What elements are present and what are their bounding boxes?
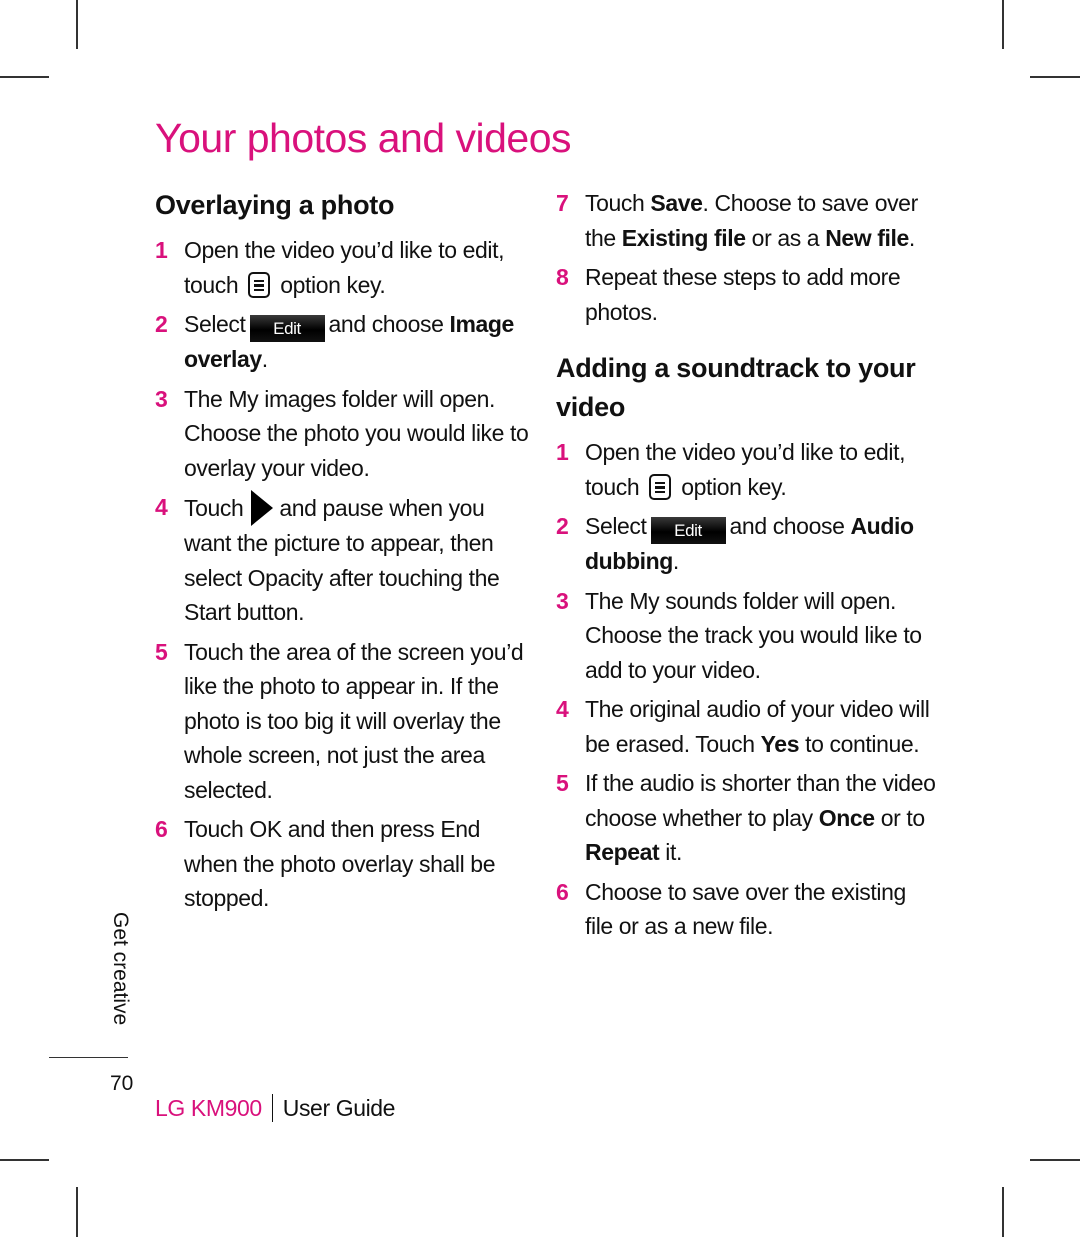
step-item: 5 If the audio is shorter than the video… [556, 766, 936, 870]
footer-guide: User Guide [282, 1095, 396, 1121]
crop-mark [1002, 1187, 1004, 1237]
overlaying-steps: 1 Open the video you’d like to edit, tou… [155, 233, 535, 916]
crop-mark [1030, 76, 1080, 78]
side-divider [49, 1057, 128, 1058]
step-number: 7 [556, 190, 569, 216]
footer-separator [271, 1094, 273, 1122]
step-number: 1 [556, 439, 569, 465]
soundtrack-steps: 1 Open the video you’d like to edit, tou… [556, 435, 936, 944]
step-item: 2 Select Edit and choose Image overlay. [155, 307, 535, 377]
section-heading: Overlaying a photo [155, 190, 395, 220]
step-number: 2 [556, 513, 569, 539]
step-item: 1 Open the video you’d like to edit, tou… [155, 233, 535, 302]
step-number: 6 [155, 816, 168, 842]
step-item: 5 Touch the area of the screen you’d lik… [155, 635, 535, 808]
crop-mark [0, 1159, 49, 1161]
footer-model: LG KM900 [155, 1095, 262, 1121]
step-number: 2 [155, 311, 168, 337]
step-number: 4 [155, 494, 168, 520]
step-item: 6 Choose to save over the existing file … [556, 875, 936, 944]
page-number: 70 [110, 1072, 134, 1095]
right-column: 7 Touch Save. Choose to save over the Ex… [556, 186, 936, 949]
step-item: 4 Touch and pause when you want the pictu… [155, 490, 535, 630]
step-number: 3 [155, 385, 168, 412]
crop-mark [0, 76, 49, 78]
edit-button-icon: Edit [249, 315, 325, 342]
footer: LG KM900 User Guide [155, 1094, 395, 1122]
section-heading: Adding a soundtrack to your video [556, 353, 916, 422]
crop-mark [76, 0, 78, 49]
step-number: 6 [556, 878, 569, 905]
page-title: Your photos and videos [155, 115, 572, 161]
step-item: 3 The My sounds folder will open. Choose… [556, 584, 936, 688]
step-item: 8 Repeat these steps to add more photos. [556, 260, 936, 329]
step-number: 5 [155, 638, 168, 665]
step-item: 2 Select Edit and choose Audio dubbing. [556, 509, 936, 579]
crop-mark [76, 1187, 78, 1237]
play-icon [251, 490, 274, 526]
overlaying-section: Overlaying a photo 1 Open the video you’… [155, 186, 535, 921]
chapter-side-label: Get creative [109, 912, 132, 1026]
step-item: 6 Touch OK and then press End when the p… [155, 812, 535, 916]
crop-mark [1030, 1159, 1080, 1161]
overlaying-steps-continued: 7 Touch Save. Choose to save over the Ex… [556, 186, 936, 329]
step-number: 1 [155, 237, 168, 263]
menu-key-icon [649, 473, 672, 500]
menu-key-icon [248, 271, 271, 298]
step-item: 1 Open the video you’d like to edit, tou… [556, 435, 936, 504]
edit-button-icon: Edit [650, 517, 726, 544]
step-number: 4 [556, 696, 569, 722]
step-number: 8 [556, 264, 569, 290]
step-item: 4 The original audio of your video will … [556, 692, 936, 761]
soundtrack-section: Adding a soundtrack to your video 1 Open… [556, 349, 936, 944]
step-item: 3 The My images folder will open. Choose… [155, 382, 535, 486]
crop-mark [1002, 0, 1004, 49]
step-number: 5 [556, 770, 569, 796]
step-number: 3 [556, 587, 569, 614]
step-item: 7 Touch Save. Choose to save over the Ex… [556, 186, 936, 255]
